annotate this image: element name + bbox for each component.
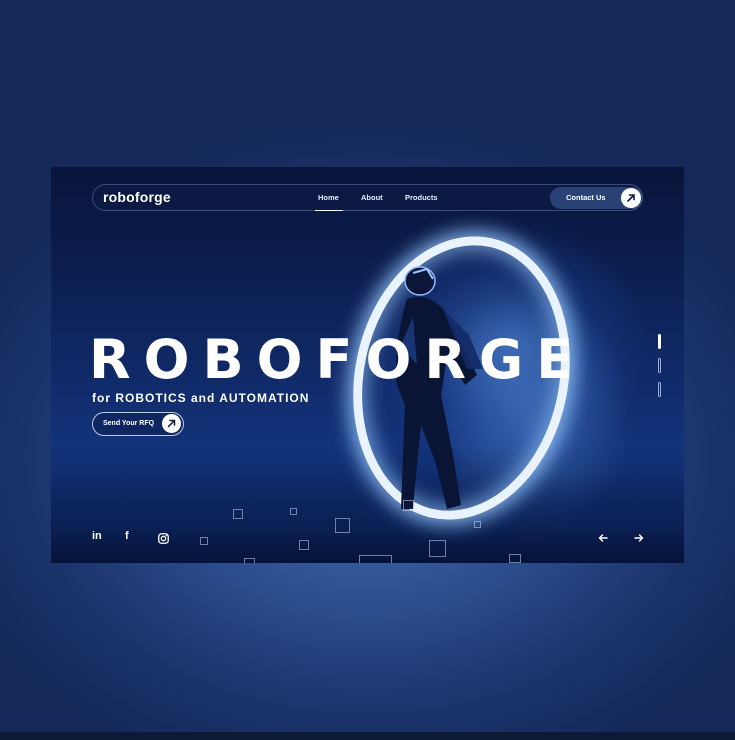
arrow-left-icon[interactable] — [598, 530, 608, 548]
top-navbar: roboforge Home About Products Contact Us — [92, 184, 643, 211]
brand-logo[interactable]: roboforge — [103, 189, 171, 205]
decorative-square — [233, 509, 243, 519]
hero-section: roboforge Home About Products Contact Us… — [51, 167, 684, 563]
decorative-square — [335, 518, 350, 533]
instagram-icon[interactable] — [158, 531, 169, 549]
hero-title: ROBOFORGE — [89, 328, 587, 391]
arrow-up-right-icon — [162, 414, 181, 433]
decorative-square — [359, 555, 392, 563]
contact-us-label: Contact Us — [566, 193, 606, 202]
decorative-square — [290, 508, 297, 515]
decorative-square — [429, 540, 446, 557]
hero-subtitle: for ROBOTICS and AUTOMATION — [92, 391, 310, 405]
arrow-right-icon[interactable] — [634, 530, 644, 548]
linkedin-icon[interactable]: in — [92, 530, 102, 542]
decorative-square — [244, 558, 255, 563]
bottom-edge — [0, 732, 735, 740]
decorative-square — [403, 500, 414, 511]
slide-indicator-1[interactable] — [658, 334, 661, 349]
floor-shadow — [51, 471, 684, 563]
facebook-icon[interactable]: f — [125, 530, 129, 542]
decorative-square — [200, 537, 208, 545]
nav-products[interactable]: Products — [405, 193, 438, 202]
send-rfq-label: Send Your RFQ — [103, 420, 155, 427]
send-rfq-button[interactable]: Send Your RFQ — [92, 412, 184, 436]
robot-figure-image — [396, 266, 483, 509]
slide-indicator-3[interactable] — [658, 382, 661, 397]
decorative-square — [474, 521, 481, 528]
active-nav-underline — [315, 210, 343, 211]
decorative-square — [509, 554, 521, 563]
nav-home[interactable]: Home — [318, 193, 339, 202]
decorative-square — [299, 540, 309, 550]
arrow-up-right-icon — [621, 188, 641, 208]
nav-about[interactable]: About — [361, 193, 383, 202]
slide-indicator-2[interactable] — [658, 358, 661, 373]
contact-us-button[interactable]: Contact Us — [550, 187, 643, 209]
